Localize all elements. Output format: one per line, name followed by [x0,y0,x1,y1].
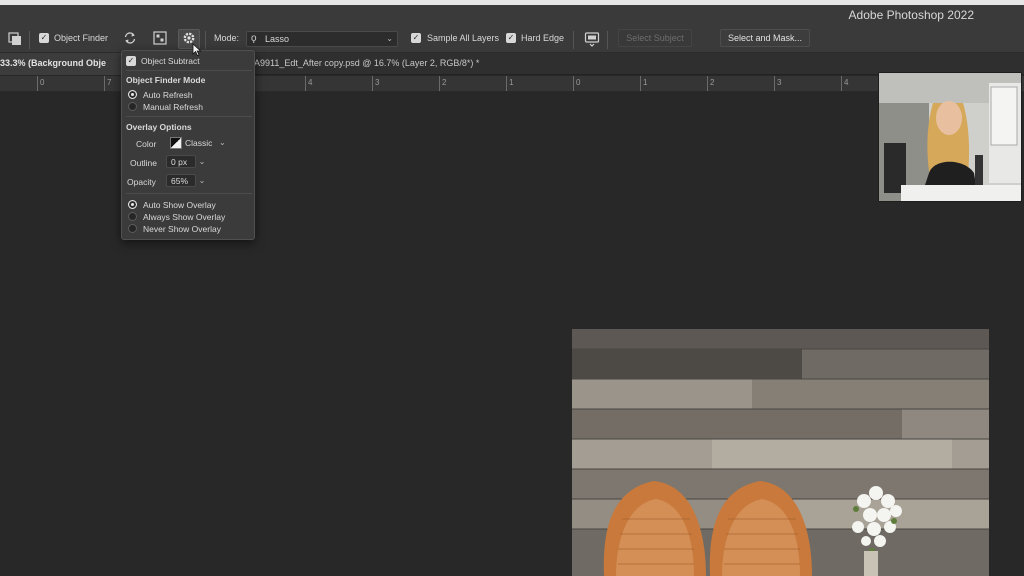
ruler-tick [104,76,105,91]
select-subject-button[interactable]: Select Subject [618,29,692,47]
color-label: Color [136,139,157,149]
app-title: Adobe Photoshop 2022 [848,8,974,22]
auto-refresh-radio[interactable] [128,90,137,99]
tab-background[interactable]: 33.3% (Background Obje [0,53,122,75]
object-subtract-label: Object Subtract [141,56,200,66]
sample-all-layers-checkbox[interactable]: ✓ [411,33,421,43]
never-show-overlay-radio[interactable] [128,224,137,233]
object-finder-settings-dropdown: ✓ Object Subtract Object Finder Mode Aut… [121,50,255,240]
ruler-tick [439,76,440,91]
sample-all-layers-label: Sample All Layers [427,33,500,43]
lasso-icon: ϙ [251,33,257,44]
auto-refresh-label: Auto Refresh [143,90,193,100]
always-show-overlay-label: Always Show Overlay [143,212,226,222]
ruler-label: 2 [442,78,447,87]
ruler-tick [640,76,641,91]
mode-select[interactable]: ϙ Lasso ⌄ [246,31,398,47]
ruler-label: 7 [107,78,112,87]
ruler-label: 2 [710,78,715,87]
chevron-down-icon[interactable]: ⌄ [197,155,207,168]
show-all-objects-icon[interactable] [152,31,168,47]
chevron-down-icon[interactable]: ⌄ [197,174,207,187]
ruler-tick [372,76,373,91]
overlay-options-header: Overlay Options [126,122,192,132]
divider [126,70,252,71]
presenter-video-thumbnail [878,72,1022,202]
always-show-overlay-radio[interactable] [128,212,137,221]
ruler-tick [774,76,775,91]
ruler-tick [37,76,38,91]
tab-a9911-after[interactable]: A9911_Edt_After copy.psd @ 16.7% (Layer … [254,58,479,68]
ruler-label: 1 [643,78,648,87]
tab-label: 33.3% (Background Obje [0,58,107,68]
outline-value: 0 px [171,157,188,167]
toolbar-divider [573,31,574,49]
toolbar-divider [607,31,608,49]
opacity-value: 65% [171,176,189,186]
outline-label: Outline [130,158,157,168]
color-select[interactable]: Classic ⌄ [168,136,228,150]
manual-refresh-label: Manual Refresh [143,102,204,112]
color-value: Classic [185,138,213,148]
color-swatch-icon [170,137,182,149]
auto-show-overlay-radio[interactable] [128,200,137,209]
ruler-tick [506,76,507,91]
ruler-tick [305,76,306,91]
mode-label: Mode: [214,33,240,43]
mode-value: Lasso [265,34,290,44]
pressure-icon[interactable] [584,31,600,47]
hard-edge-label: Hard Edge [521,33,565,43]
manual-refresh-radio[interactable] [128,102,137,111]
ruler-label: 3 [375,78,380,87]
subtract-mode-icon[interactable] [7,32,23,48]
ruler-label: 0 [40,78,45,87]
canvas-photo-shoes[interactable] [572,329,989,576]
opacity-field[interactable]: 65% [166,174,196,187]
toolbar-divider [29,31,30,49]
never-show-overlay-label: Never Show Overlay [143,224,221,234]
ruler-label: 4 [308,78,313,87]
ruler-tick [841,76,842,91]
ruler-label: 4 [844,78,849,87]
ruler-label: 1 [509,78,514,87]
ruler-tick [707,76,708,91]
mouse-cursor-icon [192,43,202,62]
toolbar-divider [205,31,206,49]
ruler-label: 0 [576,78,581,87]
hard-edge-checkbox[interactable]: ✓ [506,33,516,43]
auto-show-overlay-label: Auto Show Overlay [143,200,216,210]
title-bar: Adobe Photoshop 2022 [0,5,1024,27]
chevron-down-icon: ⌄ [386,34,393,43]
ruler-tick [573,76,574,91]
divider [126,116,252,117]
object-finder-checkbox[interactable]: ✓ [39,33,49,43]
opacity-label: Opacity [127,177,156,187]
refresh-icon[interactable] [122,31,138,47]
outline-field[interactable]: 0 px [166,155,196,168]
chevron-down-icon: ⌄ [219,138,226,147]
select-and-mask-button[interactable]: Select and Mask... [720,29,810,47]
ruler-label: 3 [777,78,782,87]
divider [126,193,252,194]
finder-mode-header: Object Finder Mode [126,75,206,85]
object-subtract-checkbox[interactable]: ✓ [126,56,136,66]
object-finder-label: Object Finder [54,33,109,43]
